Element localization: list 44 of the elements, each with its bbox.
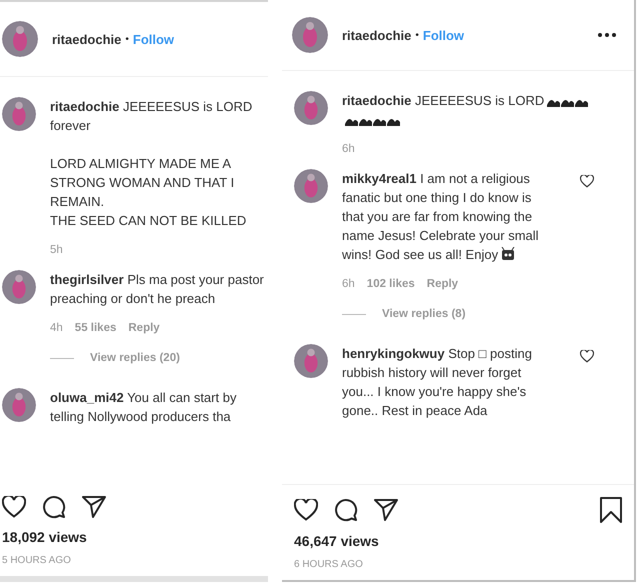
comment-time: 4h [50,322,63,334]
bookmark-icon[interactable] [600,497,622,523]
avatar[interactable] [2,388,36,422]
separator-dot: • [125,34,129,44]
like-count[interactable]: 102 likes [366,278,415,290]
post-time: 6 HOURS AGO [294,559,364,570]
avatar[interactable] [2,97,36,131]
more-icon[interactable] [598,33,616,37]
reply-link[interactable]: Reply [128,322,160,334]
avatar[interactable] [2,21,38,57]
comment-time: 5h [50,244,63,256]
post-time: 5 HOURS AGO [2,555,72,566]
avatar[interactable] [292,17,328,53]
avatar[interactable] [2,270,36,304]
comment-time: 6h [342,143,355,155]
heart-icon[interactable] [2,496,26,518]
follow-link[interactable]: Follow [422,28,464,42]
share-icon[interactable] [374,499,398,521]
view-replies-link[interactable]: View replies (8) [382,308,466,320]
like-count[interactable]: 55 likes [74,322,116,334]
avatar[interactable] [294,169,328,203]
avatar[interactable] [294,344,328,378]
heart-icon[interactable] [580,175,594,188]
comment-text: thegirlsilver Pls ma post your pastor preaching or don't he preach [50,271,265,308]
username[interactable]: ritaedochie [52,32,122,46]
comment-icon[interactable] [334,498,358,522]
follow-link[interactable]: Follow [132,32,174,46]
view-replies-link[interactable]: View replies (20) [90,352,180,364]
comment-text: henrykingokwuy Stop □ posting rubbish history will never forget you... I know you're happy she's gone.. Rest in peace Ada [342,345,533,420]
share-icon[interactable] [82,496,106,518]
heart-icon[interactable] [294,499,318,521]
comment-text: ritaedochie JEEEEESUS is LORD [342,91,594,129]
comment-text: ritaedochie JEEEEESUS is LORD forever LORD ALMIGHTY MADE ME A STRONG WOMAN AND THAT I REMAIN. THE SEED CAN NOT BE KILLED [50,98,254,230]
heart-icon[interactable] [580,350,594,363]
view-count: 18,092 views [2,529,88,545]
avatar[interactable] [294,91,328,125]
comment-text: oluwa_mi42 You all can start by telling Nollywood producers tha [50,389,238,426]
comment-text: mikky4real1 I am not a religious fanatic but one thing I do know is that you are far from knowing the name Jesus! Celebrate your small wins! God see us all! Enjoy [342,170,540,264]
username[interactable]: ritaedochie [342,28,412,42]
comment-icon[interactable] [42,495,66,519]
view-count: 46,647 views [294,533,380,549]
comment-time: 6h [342,278,355,290]
separator-dot: • [415,30,419,40]
reply-link[interactable]: Reply [426,278,458,290]
